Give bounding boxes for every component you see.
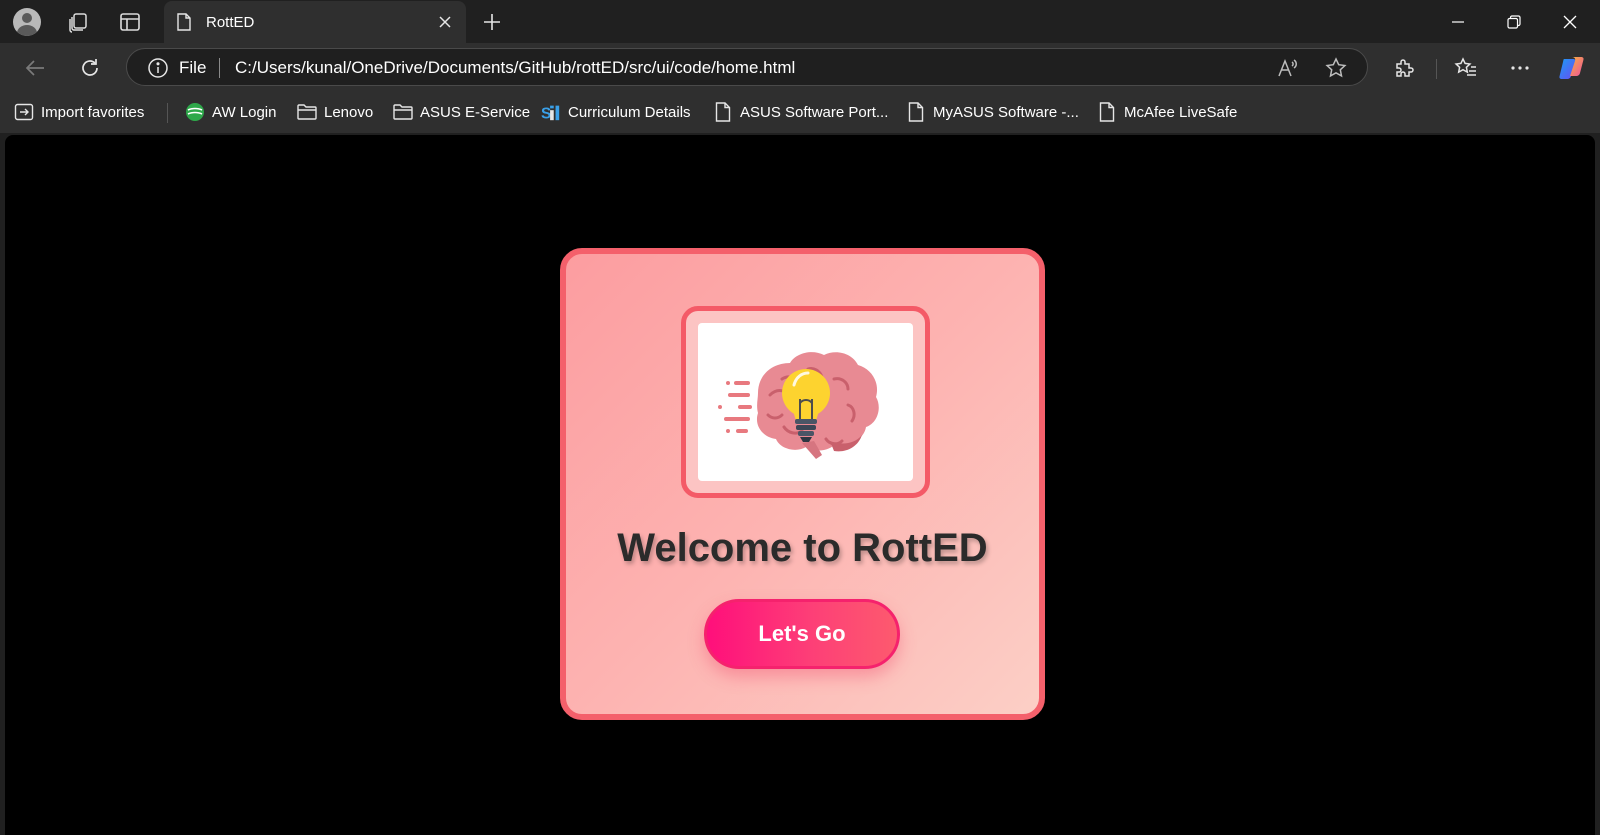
favorites-button[interactable]: [1450, 52, 1482, 84]
new-tab-button[interactable]: [478, 8, 506, 36]
favorite-label: Curriculum Details: [568, 103, 691, 121]
favorite-lenovo[interactable]: Lenovo: [297, 101, 373, 123]
logo-frame: [681, 306, 930, 498]
refresh-button[interactable]: [74, 52, 106, 84]
svg-text:S: S: [541, 105, 551, 122]
favorite-label: McAfee LiveSafe: [1124, 103, 1238, 121]
address-bar[interactable]: File C:/Users/kunal/OneDrive/Documents/G…: [126, 48, 1368, 86]
favorite-label: AW Login: [212, 103, 277, 121]
import-favorites-icon: [14, 102, 34, 122]
url-text[interactable]: C:/Users/kunal/OneDrive/Documents/GitHub…: [235, 58, 795, 78]
favorites-divider: [167, 103, 168, 123]
puzzle-icon: [1396, 59, 1414, 77]
workspaces-button[interactable]: [64, 8, 92, 36]
favorite-curriculum-details[interactable]: S Curriculum Details: [541, 101, 691, 123]
favorite-aw-login[interactable]: AW Login: [185, 101, 276, 123]
vertical-tabs-icon: [120, 13, 140, 31]
welcome-card: Welcome to RottED Let's Go: [560, 248, 1045, 720]
toolbar-divider: [1436, 59, 1437, 79]
tab-rotted[interactable]: RottED: [164, 1, 466, 43]
favorite-asus-e-service[interactable]: ASUS E-Service: [393, 101, 530, 123]
aw-login-icon: [185, 102, 205, 122]
profile-button[interactable]: [12, 7, 42, 37]
back-button[interactable]: [19, 52, 51, 84]
favorites-bar: Import favorites AW Login Lenovo ASUS E-…: [0, 91, 1600, 133]
profile-avatar-icon: [13, 8, 41, 36]
favorite-label: ASUS E-Service: [420, 103, 531, 121]
favorite-label: Import favorites: [41, 103, 145, 121]
brain-lightbulb-icon: [718, 352, 879, 459]
page-icon: [713, 102, 733, 122]
tab-strip: RottED: [0, 0, 1600, 43]
plus-icon: [484, 14, 500, 30]
favorites-list-icon: [1454, 57, 1476, 76]
restore-button[interactable]: [1486, 0, 1542, 43]
folder-icon: [297, 102, 317, 122]
close-icon: [1563, 15, 1577, 28]
close-window-button[interactable]: [1542, 0, 1598, 43]
more-dots-icon: [1511, 66, 1529, 70]
page-icon: [176, 12, 192, 32]
extensions-button[interactable]: [1388, 52, 1420, 84]
minimize-icon: [1452, 20, 1464, 23]
address-divider: [219, 58, 220, 78]
back-arrow-icon: [25, 60, 44, 76]
favorite-myasus-software[interactable]: MyASUS Software -...: [906, 101, 1079, 123]
star-icon: [1325, 57, 1347, 78]
page-icon: [1097, 102, 1117, 122]
page-icon: [906, 102, 926, 122]
minimize-button[interactable]: [1430, 0, 1486, 43]
favorite-mcafee-livesafe[interactable]: McAfee LiveSafe: [1097, 101, 1237, 123]
favorite-label: ASUS Software Port...: [740, 103, 889, 121]
site-info-label[interactable]: File: [179, 58, 206, 78]
read-aloud-icon: [1278, 58, 1297, 77]
info-icon[interactable]: [147, 57, 169, 79]
workspaces-icon: [69, 13, 87, 33]
logo-image: [698, 323, 913, 481]
add-favorite-button[interactable]: [1323, 55, 1349, 81]
tab-title: RottED: [206, 13, 255, 31]
favorite-label: MyASUS Software -...: [933, 103, 1079, 121]
more-menu-button[interactable]: [1504, 52, 1536, 84]
restore-icon: [1507, 14, 1521, 29]
tab-actions-button[interactable]: [116, 8, 144, 36]
page-viewport: Welcome to RottED Let's Go: [5, 135, 1595, 835]
favorite-asus-software-port[interactable]: ASUS Software Port...: [713, 101, 888, 123]
toolbar: File C:/Users/kunal/OneDrive/Documents/G…: [0, 43, 1600, 91]
refresh-icon: [82, 59, 98, 76]
copilot-button[interactable]: [1556, 52, 1588, 84]
copilot-icon: [1559, 57, 1584, 79]
tab-close-icon[interactable]: [432, 9, 458, 35]
favorite-import[interactable]: Import favorites: [14, 101, 144, 123]
welcome-heading: Welcome to RottED: [617, 526, 988, 570]
lets-go-button[interactable]: Let's Go: [704, 599, 900, 669]
folder-icon: [393, 102, 413, 122]
browser-window: RottED File C:/Users/kunal/OneDrive/Docu…: [0, 0, 1600, 835]
favorite-label: Lenovo: [324, 103, 374, 121]
sfi-icon: S: [541, 102, 561, 122]
read-aloud-button[interactable]: [1275, 55, 1301, 81]
